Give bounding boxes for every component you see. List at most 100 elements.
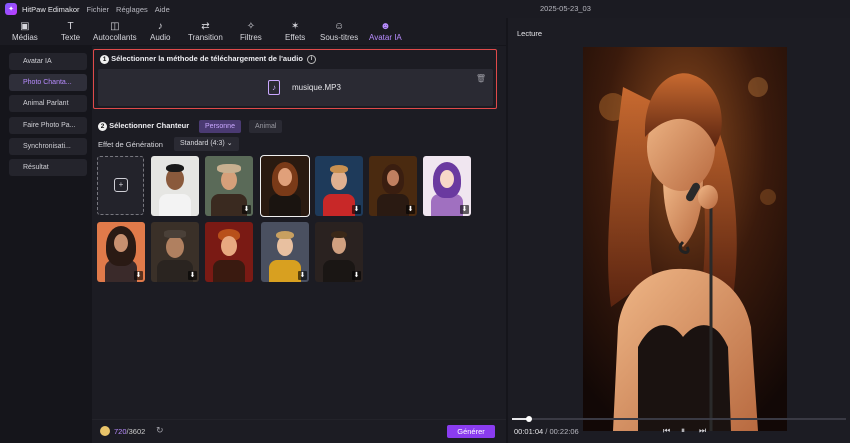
- download-icon[interactable]: ⬇: [352, 271, 361, 280]
- audio-file-icon: ♪: [268, 80, 280, 95]
- tool-sous-titres[interactable]: ☺ Sous-titres: [320, 20, 358, 42]
- step2-title: Sélectionner Chanteur: [109, 121, 190, 130]
- thumb-hair: [276, 231, 294, 239]
- current-time: 00:01:04: [514, 427, 544, 436]
- thumb-figure: [159, 194, 191, 216]
- singer-thumbnail[interactable]: ⬇: [205, 156, 253, 216]
- download-icon[interactable]: ⬇: [242, 205, 251, 214]
- thumb-face: [440, 170, 454, 188]
- menu-aide[interactable]: Aide: [155, 5, 170, 14]
- tool-label: Effets: [285, 33, 306, 42]
- thumb-figure: [377, 194, 409, 216]
- singer-thumbnail-selected[interactable]: [260, 155, 310, 217]
- refresh-icon[interactable]: ↻: [156, 425, 164, 436]
- thumb-hair: [166, 164, 184, 172]
- pause-icon[interactable]: ⏸: [681, 426, 685, 436]
- music-note-icon: ♪: [157, 21, 163, 32]
- download-icon[interactable]: ⬇: [134, 271, 143, 280]
- tool-filtres[interactable]: ✧ Filtres: [240, 20, 262, 42]
- thumb-figure: [269, 194, 301, 216]
- download-icon[interactable]: ⬇: [406, 205, 415, 214]
- info-icon[interactable]: i: [307, 54, 317, 64]
- app-logo-icon: ✦: [5, 3, 17, 15]
- tool-autocollants[interactable]: ◫ Autocollants: [93, 20, 137, 42]
- main-bottom-bar: 720/3602 ↻ Générer: [92, 419, 506, 443]
- singer-thumbnail[interactable]: [205, 222, 253, 282]
- download-icon[interactable]: ⬇: [188, 271, 197, 280]
- step-number-badge: 2: [98, 121, 107, 131]
- singer-thumbnail[interactable]: ⬇: [315, 222, 363, 282]
- sidebar-item-resultat[interactable]: Résultat: [9, 159, 87, 176]
- playback-timeline[interactable]: [512, 416, 846, 422]
- sidebar-item-photo-chantante[interactable]: Photo Chanta...: [9, 74, 87, 91]
- preview-panel: Lecture 00:01:04 / 00:22:06 ⏮ ⏸ ⏭: [508, 18, 850, 443]
- step1-title: Sélectionner la méthode de téléchargemen…: [111, 54, 303, 63]
- preview-video[interactable]: [583, 47, 787, 431]
- singer-thumbnail[interactable]: [151, 156, 199, 216]
- thumb-figure: [323, 194, 355, 216]
- tool-texte[interactable]: T Texte: [61, 20, 80, 42]
- singer-thumbnail[interactable]: ⬇: [369, 156, 417, 216]
- thumb-face: [387, 170, 399, 186]
- audio-upload-section: 1 Sélectionner la méthode de téléchargem…: [93, 49, 497, 109]
- step2-title-row: 2 Sélectionner Chanteur: [98, 121, 189, 131]
- audio-file-box[interactable]: ♪ musique.MP3 🗑: [98, 69, 493, 106]
- tool-label: Sous-titres: [320, 33, 359, 42]
- sidebar: Avatar IA Photo Chanta... Animal Parlant…: [0, 46, 92, 443]
- thumb-figure: [323, 260, 355, 282]
- singer-thumbnail[interactable]: ⬇: [97, 222, 145, 282]
- singer-thumbnail[interactable]: ⬇: [315, 156, 363, 216]
- main-panel: 1 Sélectionner la méthode de téléchargem…: [92, 46, 506, 443]
- singer-thumbnail[interactable]: ⬇: [423, 156, 471, 216]
- upload-custom-singer-button[interactable]: +: [97, 156, 144, 215]
- thumb-face: [331, 170, 347, 190]
- tool-label: Audio: [150, 33, 171, 42]
- tool-effets[interactable]: ✶ Effets: [285, 20, 305, 42]
- sticker-icon: ◫: [110, 21, 120, 32]
- app-name: HitPaw Edimakor: [22, 4, 80, 14]
- download-icon[interactable]: ⬇: [352, 205, 361, 214]
- project-title: 2025-05-23_03: [540, 4, 591, 13]
- subtitle-icon: ☺: [334, 21, 345, 32]
- coin-icon: [100, 426, 110, 436]
- add-person-icon: +: [114, 178, 128, 192]
- skip-back-icon[interactable]: ⏮: [663, 426, 670, 436]
- thumb-face: [278, 168, 292, 186]
- menu-fichier[interactable]: Fichier: [87, 5, 110, 14]
- effect-label: Effet de Génération: [98, 140, 163, 149]
- generate-button[interactable]: Générer: [447, 425, 495, 438]
- timeline-knob[interactable]: [525, 416, 532, 422]
- thumb-figure: [269, 260, 301, 282]
- sidebar-item-synchronisation[interactable]: Synchronisati...: [9, 138, 87, 155]
- sidebar-item-animal-parlant[interactable]: Animal Parlant: [9, 95, 87, 112]
- sidebar-item-avatar-ia[interactable]: Avatar IA: [9, 53, 87, 70]
- preview-title: Lecture: [517, 29, 543, 38]
- effect-select-value: Standard (4:3): [180, 140, 225, 147]
- trash-icon[interactable]: 🗑: [476, 74, 486, 83]
- credits-counter: 720/3602: [114, 427, 145, 436]
- app-window: ✦ HitPaw Edimakor Fichier Réglages Aide …: [0, 0, 850, 443]
- chevron-down-icon: ⌄: [226, 140, 233, 147]
- step-number-badge: 1: [100, 54, 109, 64]
- skip-forward-icon[interactable]: ⏭: [699, 426, 706, 436]
- singer-thumbnail[interactable]: ⬇: [261, 222, 309, 282]
- tool-avatar-ia[interactable]: ☻ Avatar IA: [369, 20, 402, 42]
- download-icon[interactable]: ⬇: [460, 205, 469, 214]
- tool-transition[interactable]: ⇄ Transition: [188, 20, 223, 42]
- transition-icon: ⇄: [201, 21, 210, 32]
- tool-audio[interactable]: ♪ Audio: [150, 20, 170, 42]
- singer-type-personne[interactable]: Personne: [199, 120, 241, 133]
- menu-reglages[interactable]: Réglages: [116, 5, 148, 14]
- thumb-hair: [331, 231, 347, 238]
- singer-type-animal[interactable]: Animal: [249, 120, 283, 133]
- sidebar-item-faire-photo-parler[interactable]: Faire Photo Pa...: [9, 117, 87, 134]
- download-icon[interactable]: ⬇: [298, 271, 307, 280]
- thumb-face: [166, 236, 184, 258]
- singer-thumbnail[interactable]: ⬇: [151, 222, 199, 282]
- tool-label: Médias: [12, 33, 38, 42]
- total-time: 00:22:06: [549, 427, 579, 436]
- thumb-hair: [330, 165, 348, 173]
- tool-medias[interactable]: ▣ Médias: [12, 20, 38, 42]
- main-toolbar: ▣ Médias T Texte ◫ Autocollants ♪ Audio …: [0, 18, 506, 45]
- effect-select[interactable]: Standard (4:3) ⌄: [174, 137, 239, 151]
